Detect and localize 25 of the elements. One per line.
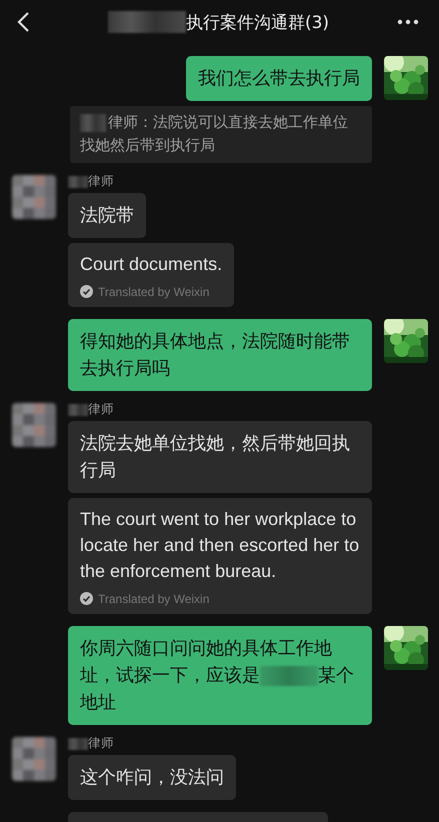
quoted-text: 律师：法院说可以直接去她工作单位找她然后带到执行局 (80, 112, 349, 156)
more-icon[interactable] (397, 19, 419, 25)
blurred-text (68, 176, 88, 188)
back-icon[interactable] (16, 11, 30, 33)
translation-note: Translated by Weixin (98, 284, 210, 301)
message-text: 法院带 (80, 204, 134, 226)
translated-text: The court went to her workplace to locate her and then escorted her to the enforcement bureau. (80, 508, 360, 583)
message-text: 你周六随口问问她的具体工作地址，试探一下，应该是 某个地址 (80, 636, 355, 715)
blurred-text (68, 404, 88, 416)
sender-name: 律师 (88, 735, 114, 752)
blurred-text (68, 738, 88, 750)
sender-name: 律师 (88, 401, 114, 418)
message-text: 得知她的具体地点，法院随时能带去执行局吗 (80, 330, 351, 381)
blurred-avatar (12, 736, 56, 781)
message-text: 法院去她单位找她，然后带她回执行局 (80, 432, 350, 481)
translation-note: Translated by Weixin (98, 590, 210, 608)
sender-name: 律师 (88, 173, 114, 190)
chat-title: 执行案件沟通群(3) (186, 12, 330, 34)
blurred-avatar (12, 402, 56, 447)
check-icon (80, 592, 93, 606)
message-text: 我们怎么带去执行局 (198, 67, 360, 91)
message-text: 这个咋问，没法问 (80, 766, 224, 788)
blurred-avatar (12, 174, 56, 218)
translated-text: Court documents. (80, 252, 222, 276)
check-icon (80, 285, 93, 298)
